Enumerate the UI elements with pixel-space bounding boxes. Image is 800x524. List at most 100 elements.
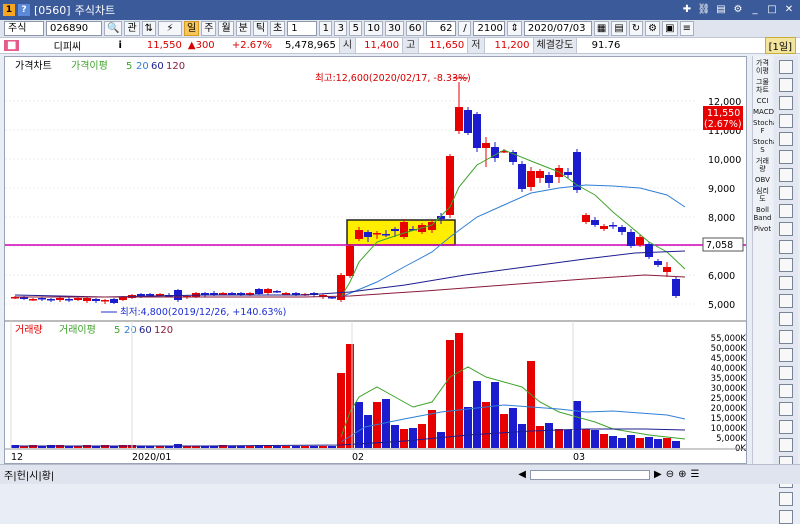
interval-30-button[interactable]: 30 bbox=[385, 21, 404, 36]
stock-code-input[interactable]: 026890 bbox=[46, 21, 102, 36]
close-icon[interactable]: ✕ bbox=[782, 3, 796, 17]
drawing-tool-icon[interactable] bbox=[779, 222, 793, 236]
zoom-in-icon[interactable]: ⊕ bbox=[678, 469, 686, 480]
filter-icon[interactable]: ⚡ bbox=[158, 21, 183, 36]
updown-icon[interactable]: ⇅ bbox=[141, 21, 157, 36]
drawing-tool-icon[interactable] bbox=[779, 150, 793, 164]
date-input[interactable]: 2020/07/03 bbox=[523, 21, 592, 36]
price-change: ▲300 bbox=[187, 40, 215, 51]
tile-icon[interactable]: ▤ bbox=[714, 3, 728, 17]
drawing-tool-icon[interactable] bbox=[779, 438, 793, 452]
tool-icon[interactable]: ⚙ bbox=[645, 21, 661, 36]
market-select[interactable]: 주식 bbox=[4, 21, 44, 36]
drawing-tool-icon[interactable] bbox=[779, 258, 793, 272]
interval-5-button[interactable]: 5 bbox=[349, 21, 363, 36]
period-day-button[interactable]: 일 bbox=[184, 21, 200, 36]
settings-icon[interactable]: ⚙ bbox=[731, 3, 745, 17]
help-icon[interactable]: ? bbox=[18, 4, 30, 16]
indicator-button[interactable]: OBV bbox=[753, 176, 772, 184]
low-price: 11,200 bbox=[494, 40, 530, 51]
calendar-icon[interactable]: ▦ bbox=[593, 21, 610, 36]
current-price-tag-value: 11,550 bbox=[707, 108, 740, 119]
interval-1-button[interactable]: 1 bbox=[319, 21, 333, 36]
indicator-button[interactable]: Stochastic F bbox=[753, 119, 789, 135]
candle bbox=[618, 225, 626, 235]
link-icon[interactable]: ⛓ bbox=[697, 3, 711, 17]
drawing-tool-icon[interactable] bbox=[779, 330, 793, 344]
candle-body bbox=[663, 267, 671, 272]
candle-body bbox=[391, 229, 399, 231]
drawing-tool-icon[interactable] bbox=[779, 114, 793, 128]
candle-body bbox=[382, 234, 390, 236]
drawing-tool-icon[interactable] bbox=[779, 420, 793, 434]
mode-button[interactable]: [1일] bbox=[764, 37, 796, 54]
period-minute-button[interactable]: 분 bbox=[235, 21, 251, 36]
period-second-button[interactable]: 초 bbox=[270, 21, 286, 36]
drawing-tool-icon[interactable] bbox=[779, 492, 793, 506]
indicator-button[interactable]: 심리도 bbox=[753, 187, 772, 203]
info-icon[interactable]: i bbox=[115, 40, 124, 51]
refresh-icon[interactable]: ↻ bbox=[628, 21, 644, 36]
chart-area[interactable]: 가격차트 가격이평 5 20 60 120 거래량 거래이평 5 20 60 1… bbox=[4, 56, 747, 464]
scroll-track[interactable] bbox=[529, 469, 650, 480]
drawing-tool-icon[interactable] bbox=[779, 60, 793, 74]
bottom-tabs[interactable]: 주|헌|시|황| bbox=[4, 467, 54, 482]
drawing-tool-icon[interactable] bbox=[779, 384, 793, 398]
drawing-tool-icon[interactable] bbox=[779, 294, 793, 308]
gwan-button[interactable]: 관 bbox=[124, 21, 140, 36]
drawing-tool-icon[interactable] bbox=[779, 186, 793, 200]
drawing-tool-icon[interactable] bbox=[779, 78, 793, 92]
drawing-tool-icon[interactable] bbox=[779, 348, 793, 362]
drawing-tool-icon[interactable] bbox=[779, 276, 793, 290]
count-input[interactable]: 62 bbox=[426, 21, 457, 36]
search-icon[interactable]: 🔍 bbox=[104, 21, 123, 36]
drawing-tool-icon[interactable] bbox=[779, 312, 793, 326]
drawing-tool-icon[interactable] bbox=[779, 96, 793, 110]
stepper-icon[interactable]: ⇕ bbox=[507, 21, 522, 36]
minimize-icon[interactable]: _ bbox=[748, 3, 762, 17]
table-icon[interactable]: ▤ bbox=[611, 21, 627, 36]
interval-3-button[interactable]: 3 bbox=[334, 21, 348, 36]
period-tick-button[interactable]: 틱 bbox=[252, 21, 269, 36]
period-week-button[interactable]: 주 bbox=[201, 21, 217, 36]
indicator-button[interactable]: MACD bbox=[753, 108, 774, 116]
drawing-tool-icon[interactable] bbox=[779, 204, 793, 218]
window-controls: ✚ ⛓ ▤ ⚙ _ □ ✕ bbox=[680, 3, 796, 17]
menu-dots-icon[interactable]: ☰ bbox=[690, 469, 699, 480]
drawing-tool-icon[interactable] bbox=[779, 168, 793, 182]
volume-tick: 25,000K bbox=[711, 394, 746, 404]
drawing-tool-icon[interactable] bbox=[779, 240, 793, 254]
volume-bar bbox=[518, 424, 526, 448]
interval-60-button[interactable]: 60 bbox=[405, 21, 425, 36]
candle-body bbox=[573, 152, 581, 190]
indicator-button[interactable]: 가격이평 bbox=[753, 59, 772, 75]
indicator-button[interactable]: CCI bbox=[753, 97, 772, 105]
x-tick: 2020/01 bbox=[132, 452, 171, 463]
candle-body bbox=[110, 299, 118, 303]
indicator-button[interactable]: 그물차트 bbox=[753, 78, 772, 94]
drawing-tool-icon[interactable] bbox=[779, 366, 793, 380]
indicator-button[interactable]: Boll Band bbox=[753, 206, 772, 222]
indicator-button[interactable]: Stochastic S bbox=[753, 138, 789, 154]
interval-10-button[interactable]: 10 bbox=[364, 21, 383, 36]
indicator-button[interactable]: 거래량 bbox=[753, 157, 772, 173]
scroll-left-icon[interactable]: ◀ bbox=[518, 469, 526, 480]
strength-label: 체결강도 bbox=[532, 38, 578, 53]
save-icon[interactable]: ▣ bbox=[662, 21, 678, 36]
menu-icon[interactable]: ≡ bbox=[679, 21, 694, 36]
maximize-icon[interactable]: □ bbox=[765, 3, 779, 17]
drawing-tool-icon[interactable] bbox=[779, 510, 793, 524]
total-input[interactable]: 2100 bbox=[473, 21, 506, 36]
indicator-button[interactable]: Pivot bbox=[753, 225, 772, 233]
candle-body bbox=[482, 143, 490, 148]
scroll-right-icon[interactable]: ▶ bbox=[654, 469, 662, 480]
price-tick: 5,000 bbox=[708, 300, 735, 311]
period-month-button[interactable]: 월 bbox=[218, 21, 234, 36]
pin-icon[interactable]: ✚ bbox=[680, 3, 694, 17]
drawing-tool-icon[interactable] bbox=[779, 132, 793, 146]
volume-axis: 55,000K50,000K45,000K40,000K35,000K30,00… bbox=[711, 334, 747, 454]
drawing-tool-icon[interactable] bbox=[779, 402, 793, 416]
interval-select[interactable]: 1 bbox=[287, 21, 318, 36]
price-legend-ma60: 60 bbox=[151, 61, 164, 72]
zoom-out-icon[interactable]: ⊖ bbox=[666, 469, 674, 480]
